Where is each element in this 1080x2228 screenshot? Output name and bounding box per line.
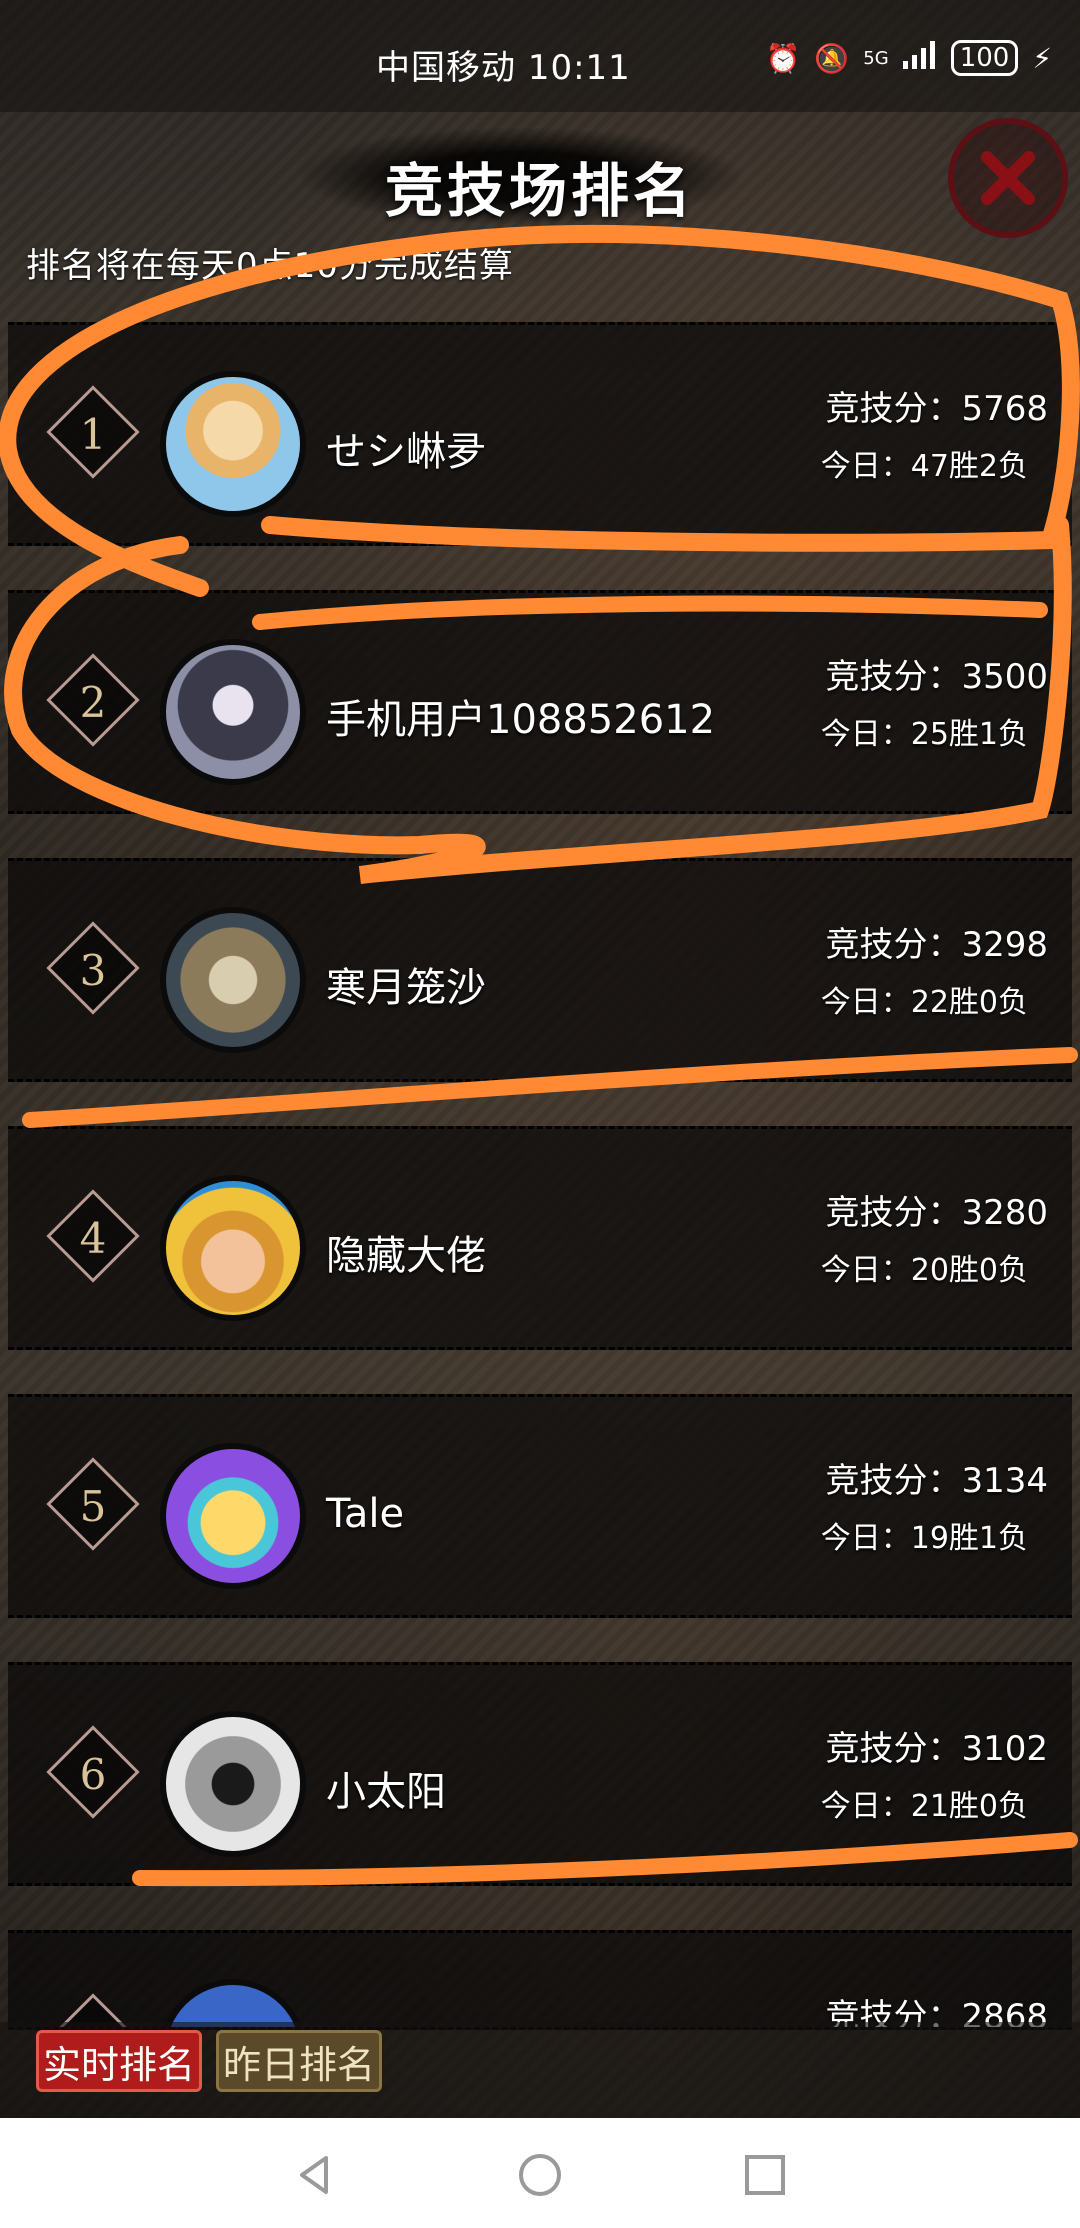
- rank-number: 5: [79, 1481, 107, 1531]
- close-button[interactable]: [948, 118, 1068, 238]
- recents-icon[interactable]: [742, 2152, 788, 2198]
- ranking-row[interactable]: 竞技分：2868: [8, 1930, 1072, 2030]
- close-icon: [981, 151, 1035, 205]
- tab-realtime-ranking[interactable]: 实时排名: [36, 2030, 202, 2092]
- back-icon[interactable]: [292, 2152, 338, 2198]
- today-record: 今日：47胜2负: [820, 449, 1028, 484]
- player-name: 隐藏大佬: [326, 1233, 486, 1279]
- player-name: 寒月笼沙: [326, 965, 486, 1011]
- avatar: [160, 1711, 306, 1857]
- ranking-row[interactable]: 3 寒月笼沙 竞技分：3298 今日：22胜0负: [8, 858, 1072, 1082]
- today-record: 今日：21胜0负: [820, 1789, 1028, 1824]
- avatar: [160, 1175, 306, 1321]
- arena-score: 竞技分：3500: [825, 657, 1048, 697]
- arena-score: 竞技分：3134: [825, 1461, 1048, 1501]
- rank-number: 2: [79, 677, 107, 727]
- charging-icon: ⚡: [1032, 41, 1052, 75]
- mute-icon: 🔕: [814, 41, 850, 75]
- carrier-label: 中国移动: [376, 48, 516, 88]
- home-icon[interactable]: [517, 2152, 563, 2198]
- ranking-tabs: 实时排名 昨日排名: [0, 2022, 1080, 2118]
- avatar: [160, 907, 306, 1053]
- tab-yesterday-ranking[interactable]: 昨日排名: [216, 2030, 382, 2092]
- rank-number: 1: [79, 409, 107, 459]
- today-record: 今日：19胜1负: [820, 1521, 1028, 1556]
- arena-score: 竞技分：3280: [825, 1193, 1048, 1233]
- ranking-row[interactable]: 6 小太阳 竞技分：3102 今日：21胜0负: [8, 1662, 1072, 1886]
- system-navigation-bar: [0, 2118, 1080, 2228]
- rank-number: 4: [79, 1213, 107, 1263]
- page-title: 竞技场排名: [384, 157, 695, 225]
- today-record: 今日：20胜0负: [820, 1253, 1028, 1288]
- signal-icon: [902, 40, 937, 76]
- ranking-row[interactable]: 5 Tale 竞技分：3134 今日：19胜1负: [8, 1394, 1072, 1618]
- alarm-icon: ⏰: [765, 41, 801, 75]
- avatar: [160, 639, 306, 785]
- ranking-row[interactable]: 2 手机用户108852612 竞技分：3500 今日：25胜1负: [8, 590, 1072, 814]
- player-name: 小太阳: [326, 1769, 446, 1815]
- clock: 10:11: [527, 48, 631, 88]
- battery-indicator: 100: [950, 40, 1019, 76]
- arena-score: 竞技分：3298: [825, 925, 1048, 965]
- settlement-notice: 排名将在每天0点10分完成结算: [26, 246, 514, 286]
- avatar: [160, 371, 306, 517]
- arena-score: 竞技分：5768: [825, 389, 1048, 429]
- status-icons: ⏰ 🔕 5G 100 ⚡: [766, 40, 1052, 76]
- player-name: せシ崊夛: [326, 429, 486, 475]
- today-record: 今日：25胜1负: [820, 717, 1028, 752]
- status-bar: 中国移动 10:11 ⏰ 🔕 5G 100 ⚡: [0, 0, 1080, 112]
- today-record: 今日：22胜0负: [820, 985, 1028, 1020]
- player-name: 手机用户108852612: [326, 697, 716, 743]
- arena-score: 竞技分：3102: [825, 1729, 1048, 1769]
- rank-number: 6: [79, 1749, 107, 1799]
- rank-number: 3: [79, 945, 107, 995]
- ranking-row[interactable]: 4 隐藏大佬 竞技分：3280 今日：20胜0负: [8, 1126, 1072, 1350]
- avatar: [160, 1443, 306, 1589]
- ranking-row[interactable]: 1 せシ崊夛 竞技分：5768 今日：47胜2负: [8, 322, 1072, 546]
- status-carrier-time: 中国移动 10:11: [376, 40, 631, 89]
- player-name: Tale: [326, 1491, 405, 1537]
- network-label: 5G: [863, 47, 889, 69]
